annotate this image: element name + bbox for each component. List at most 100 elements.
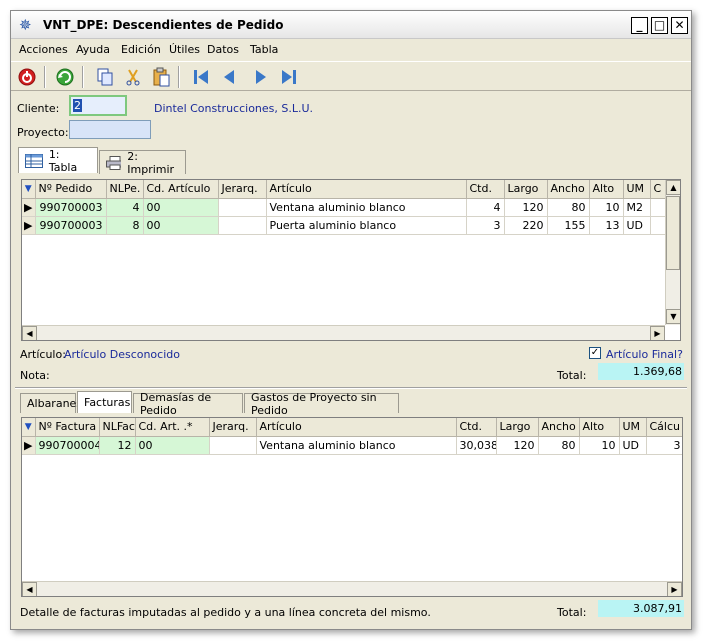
last-record-icon[interactable] [277, 65, 301, 89]
column-header[interactable]: Cd. Artículo [143, 180, 219, 199]
grid-cell[interactable]: 120 [504, 198, 548, 217]
column-header[interactable]: Nº Pedido [35, 180, 107, 199]
column-header[interactable]: Cálcu [646, 418, 682, 437]
grid-cell[interactable] [650, 216, 666, 235]
column-header[interactable]: Ctd. [466, 180, 505, 199]
column-header[interactable]: Largo [496, 418, 539, 437]
column-header[interactable]: Nº Factura [35, 418, 100, 437]
grid-cell[interactable]: 00 [135, 436, 210, 455]
horizontal-scrollbar[interactable]: ◀ ▶ [22, 581, 682, 596]
column-header[interactable]: Ancho [547, 180, 590, 199]
menu-ayuda[interactable]: Ayuda [76, 43, 110, 56]
first-record-icon[interactable] [189, 65, 213, 89]
horizontal-scrollbar[interactable]: ◀ ▶ [22, 325, 665, 340]
grid-cell[interactable]: Ventana aluminio blanco [256, 436, 457, 455]
scroll-down-icon[interactable]: ▼ [666, 309, 680, 324]
refresh-icon[interactable] [53, 65, 77, 89]
grid-cell[interactable]: Puerta aluminio blanco [266, 216, 467, 235]
cut-icon[interactable] [121, 65, 145, 89]
column-header[interactable]: UM [619, 418, 647, 437]
title-bar[interactable]: ✵ VNT_DPE: Descendientes de Pedido _ □ ✕ [11, 11, 691, 39]
column-header[interactable]: Artículo [256, 418, 457, 437]
scroll-right-icon[interactable]: ▶ [650, 326, 665, 340]
grid-cell[interactable]: 80 [538, 436, 580, 455]
grid-cell[interactable]: 3 [646, 436, 682, 455]
grid-cell[interactable]: UD [623, 216, 651, 235]
grid-cell[interactable]: 155 [547, 216, 590, 235]
maximize-button[interactable]: □ [651, 17, 668, 34]
grid-cell[interactable]: 8 [106, 216, 144, 235]
grid-cell[interactable] [218, 198, 267, 217]
table-row[interactable]: ▶ 990700004 12 00 Ventana aluminio blanc… [22, 436, 682, 455]
menu-acciones[interactable]: Acciones [19, 43, 68, 56]
tab-imprimir[interactable]: 2: Imprimir [99, 150, 186, 176]
grid-cell[interactable] [209, 436, 257, 455]
grid-cell[interactable]: 120 [496, 436, 539, 455]
grid-cell[interactable]: 10 [579, 436, 620, 455]
articulo-final-checkbox[interactable]: ✓ [589, 347, 601, 359]
grid-cell[interactable] [650, 198, 666, 217]
grid-cell[interactable]: 3 [466, 216, 505, 235]
copy-icon[interactable] [93, 65, 117, 89]
grid-cell[interactable]: 4 [466, 198, 505, 217]
close-button[interactable]: ✕ [671, 17, 688, 34]
next-record-icon[interactable] [249, 65, 273, 89]
grid-cell[interactable]: Ventana aluminio blanco [266, 198, 467, 217]
paste-icon[interactable] [149, 65, 173, 89]
previous-record-icon[interactable] [217, 65, 241, 89]
scroll-left-icon[interactable]: ◀ [22, 582, 37, 596]
exit-icon[interactable] [15, 65, 39, 89]
column-header[interactable]: NLPe. [106, 180, 144, 199]
tab-tabla[interactable]: 1: Tabla [18, 147, 98, 174]
grid-cell[interactable]: 4 [106, 198, 144, 217]
scroll-up-icon[interactable]: ▲ [666, 180, 680, 195]
column-header[interactable]: Ancho [538, 418, 580, 437]
proyecto-input[interactable] [69, 120, 151, 139]
tab-albaranes[interactable]: Albaranes [20, 393, 82, 413]
grid-cell[interactable]: 10 [589, 198, 624, 217]
printer-icon [106, 155, 122, 170]
tab-demasias[interactable]: Demasías de Pedido [133, 391, 243, 417]
scroll-thumb[interactable] [666, 196, 680, 270]
grid-cell[interactable]: 12 [99, 436, 136, 455]
column-header[interactable]: Cd. Art. .* [135, 418, 210, 437]
tab-gastos-proyecto[interactable]: Gastos de Proyecto sin Pedido [244, 391, 399, 417]
grid-cell[interactable]: 990700003 [35, 198, 107, 217]
grid-cell[interactable]: 00 [143, 198, 219, 217]
menu-datos[interactable]: Datos [207, 43, 239, 56]
column-header[interactable]: Artículo [266, 180, 467, 199]
grid-cell[interactable]: 00 [143, 216, 219, 235]
cliente-input[interactable]: 2 [69, 95, 127, 116]
grid-cell[interactable]: UD [619, 436, 647, 455]
minimize-button[interactable]: _ [631, 17, 648, 34]
menu-edicion[interactable]: Edición [121, 43, 161, 56]
grid-cell[interactable]: M2 [623, 198, 651, 217]
scroll-right-icon[interactable]: ▶ [667, 582, 682, 596]
table-row[interactable]: ▶ 990700003 8 00 Puerta aluminio blanco … [22, 216, 666, 235]
grid-cell[interactable]: 220 [504, 216, 548, 235]
column-header[interactable]: Alto [579, 418, 620, 437]
grid-cell[interactable]: 80 [547, 198, 590, 217]
menu-tabla[interactable]: Tabla [250, 43, 278, 56]
grid-cell[interactable]: 13 [589, 216, 624, 235]
grid-cell[interactable]: 990700003 [35, 216, 107, 235]
column-header[interactable]: Jerarq. [209, 418, 257, 437]
sort-indicator-icon[interactable]: ▼ [22, 180, 36, 199]
grid-cell[interactable]: 30,038 [456, 436, 497, 455]
grid-cell[interactable] [218, 216, 267, 235]
scroll-left-icon[interactable]: ◀ [22, 326, 37, 340]
tab-facturas[interactable]: Facturas [77, 391, 132, 413]
grid-cell[interactable]: 990700004 [35, 436, 100, 455]
column-header[interactable]: Jerarq. [218, 180, 267, 199]
table-row[interactable]: ▶ 990700003 4 00 Ventana aluminio blanco… [22, 198, 666, 217]
sort-indicator-icon[interactable]: ▼ [22, 418, 36, 437]
menu-utiles[interactable]: Útiles [169, 43, 200, 56]
column-header[interactable]: C [650, 180, 666, 199]
column-header[interactable]: Ctd. [456, 418, 497, 437]
column-header[interactable]: NLFac [99, 418, 136, 437]
column-header[interactable]: Alto [589, 180, 624, 199]
column-header[interactable]: UM [623, 180, 651, 199]
vertical-scrollbar[interactable]: ▲ ▼ [665, 180, 680, 325]
row-selector[interactable]: ▶ [22, 216, 36, 235]
column-header[interactable]: Largo [504, 180, 548, 199]
